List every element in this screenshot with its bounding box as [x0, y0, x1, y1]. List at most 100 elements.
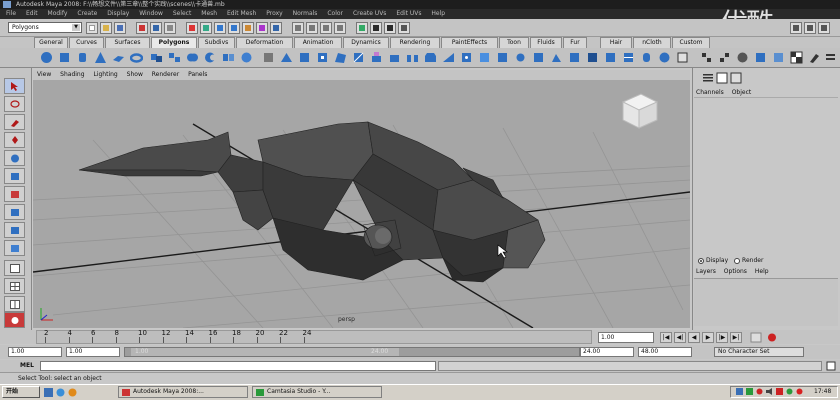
channel-box-icon[interactable] — [716, 72, 728, 84]
fill-hole-icon[interactable] — [316, 51, 329, 64]
shelf-tab-toon[interactable]: Toon — [499, 37, 529, 48]
mask-handles-icon[interactable] — [186, 22, 198, 34]
tray-network-icon[interactable] — [746, 388, 753, 395]
render-icon[interactable] — [370, 22, 382, 34]
menu-normals[interactable]: Normals — [293, 10, 318, 17]
snap-curve-icon[interactable] — [306, 22, 318, 34]
manipulator-tool[interactable] — [4, 186, 25, 202]
render-tool[interactable] — [4, 312, 25, 328]
layer-editor-icon[interactable] — [730, 72, 742, 84]
select-tool[interactable] — [4, 78, 25, 94]
poly-torus-icon[interactable] — [130, 51, 143, 64]
menu-select[interactable]: Select — [173, 10, 192, 17]
shelf-tab-deformation[interactable]: Deformation — [236, 37, 293, 48]
uv-cylindrical-icon[interactable] — [640, 51, 653, 64]
menu-create-uvs[interactable]: Create UVs — [353, 10, 386, 17]
taskbar-camtasia-button[interactable]: Camtasia Studio - Y... — [252, 386, 382, 398]
show-tool-settings-icon[interactable] — [804, 22, 816, 34]
step-forward-frame-button[interactable]: |▶ — [716, 332, 728, 343]
start-time-field[interactable]: 1.00 — [8, 347, 62, 357]
render-settings-icon[interactable] — [398, 22, 410, 34]
panel-menu-show[interactable]: Show — [127, 71, 143, 78]
shelf-tab-general[interactable]: General — [34, 37, 68, 48]
poly-cylinder-icon[interactable] — [76, 51, 89, 64]
panel-menu-view[interactable]: View — [37, 71, 51, 78]
show-desktop-icon[interactable] — [44, 388, 53, 397]
sculpt-geometry-icon[interactable] — [550, 51, 563, 64]
extrude-face-icon[interactable] — [370, 51, 383, 64]
bridge-icon[interactable] — [406, 51, 419, 64]
tray-input-icon[interactable] — [736, 388, 743, 395]
layout-four-pane[interactable] — [4, 278, 25, 294]
display-radio[interactable] — [698, 257, 704, 264]
split-polygon-tool[interactable] — [4, 222, 25, 238]
shelf-tab-painteffects[interactable]: PaintEffects — [441, 37, 498, 48]
shelf-tab-ncloth[interactable]: nCloth — [633, 37, 671, 48]
soften-edge-icon[interactable] — [568, 51, 581, 64]
scale-tool[interactable] — [4, 168, 25, 184]
merge-vertices-icon[interactable] — [514, 51, 527, 64]
menu-edit-uvs[interactable]: Edit UVs — [396, 10, 421, 17]
show-channel-box-icon[interactable] — [818, 22, 830, 34]
menu-window[interactable]: Window — [139, 10, 163, 17]
poly-cube-icon[interactable] — [58, 51, 71, 64]
poke-face-icon[interactable] — [460, 51, 473, 64]
layout-single-pane[interactable] — [4, 260, 25, 276]
mask-surfaces-icon[interactable] — [228, 22, 240, 34]
extrude-edge-icon[interactable] — [388, 51, 401, 64]
go-to-end-button[interactable]: ▶| — [730, 332, 742, 343]
rotate-tool[interactable] — [4, 150, 25, 166]
panel-menu-renderer[interactable]: Renderer — [152, 71, 179, 78]
snap-point-icon[interactable] — [320, 22, 332, 34]
go-to-start-button[interactable]: |◀ — [660, 332, 672, 343]
time-slider[interactable] — [36, 330, 592, 344]
smooth-icon[interactable] — [240, 51, 253, 64]
tray-recorder-icon[interactable] — [796, 388, 803, 395]
checker-icon[interactable] — [700, 51, 713, 64]
separate-icon[interactable] — [168, 51, 181, 64]
shelf-tab-fur[interactable]: Fur — [563, 37, 587, 48]
list-view-icon[interactable] — [702, 72, 714, 84]
move-tool[interactable] — [4, 132, 25, 148]
command-input[interactable] — [40, 361, 436, 371]
mask-curves-icon[interactable] — [214, 22, 226, 34]
ipr-render-icon[interactable] — [384, 22, 396, 34]
checker-alt-icon[interactable] — [718, 51, 731, 64]
start-button[interactable]: 开始 — [2, 386, 40, 398]
menu-edit-mesh[interactable]: Edit Mesh — [227, 10, 256, 17]
history-icon[interactable] — [356, 22, 368, 34]
extract-icon[interactable] — [496, 51, 509, 64]
tray-k-icon[interactable] — [776, 388, 783, 395]
uv-texture-editor-icon[interactable] — [676, 51, 689, 64]
select-component-icon[interactable] — [164, 22, 176, 34]
auto-key-icon[interactable] — [766, 332, 778, 343]
snap-grid-icon[interactable] — [292, 22, 304, 34]
poly-cone-icon[interactable] — [94, 51, 107, 64]
poly-plane-icon[interactable] — [112, 51, 125, 64]
shelf-tab-surfaces[interactable]: Surfaces — [105, 37, 150, 48]
current-time-field[interactable]: 1.00 — [598, 332, 654, 343]
media-player-icon[interactable] — [68, 388, 77, 397]
bevel-icon[interactable] — [424, 51, 437, 64]
shelf-tab-rendering[interactable]: Rendering — [390, 37, 440, 48]
step-back-frame-button[interactable]: ◀| — [674, 332, 686, 343]
boolean-union-icon[interactable] — [186, 51, 199, 64]
snap-view-plane-icon[interactable] — [334, 22, 346, 34]
menu-create[interactable]: Create — [77, 10, 97, 17]
show-attribute-editor-icon[interactable] — [790, 22, 802, 34]
layers-menu[interactable]: Layers — [696, 268, 716, 275]
panel-menu-lighting[interactable]: Lighting — [93, 71, 117, 78]
shelf-tab-curves[interactable]: Curves — [69, 37, 104, 48]
triangulate-icon[interactable] — [280, 51, 293, 64]
mask-dynamics-icon[interactable] — [256, 22, 268, 34]
layer-help-menu[interactable]: Help — [755, 268, 769, 275]
panel-menu-shading[interactable]: Shading — [60, 71, 84, 78]
checker-map-icon[interactable] — [790, 51, 803, 64]
character-set-selector[interactable]: No Character Set — [714, 347, 804, 357]
play-backwards-button[interactable]: ◀ — [688, 332, 700, 343]
taskbar-maya-button[interactable]: Autodesk Maya 2008:... — [118, 386, 248, 398]
menu-modify[interactable]: Modify — [48, 10, 68, 17]
open-scene-icon[interactable] — [100, 22, 112, 34]
menu-color[interactable]: Color — [327, 10, 343, 17]
tray-volume-icon[interactable] — [766, 388, 773, 395]
